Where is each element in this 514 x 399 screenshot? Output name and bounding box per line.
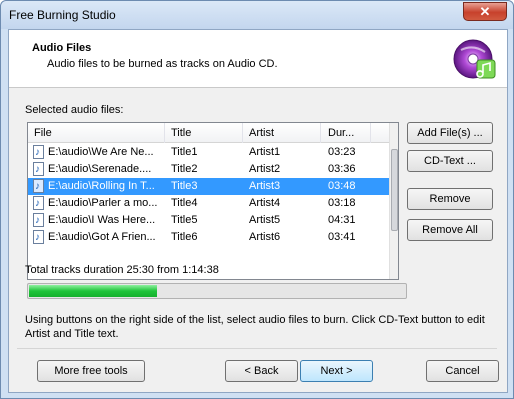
title-cell: Title4 [171,197,198,209]
title-cell: Title6 [171,231,198,243]
audio-file-icon: ♪ [33,162,44,176]
artist-cell: Artist5 [249,214,281,226]
audio-file-icon: ♪ [33,230,44,244]
audio-files-list[interactable]: File Title Artist Dur... ♪ E:\audio\We Ar… [27,122,399,280]
list-item[interactable]: ♪ E:\audio\Serenade.... Title2 Artist2 03:36 [28,161,390,178]
column-header-title[interactable]: Title [171,127,191,139]
capacity-progress-fill [29,285,157,297]
selected-files-label: Selected audio files: [25,104,124,116]
duration-cell: 03:48 [328,180,356,192]
remove-button[interactable]: Remove [407,188,493,210]
column-separator[interactable] [164,123,165,143]
add-files-button[interactable]: Add File(s) ... [407,122,493,144]
title-cell: Title3 [171,180,198,192]
cancel-button[interactable]: Cancel [426,360,499,382]
duration-cell: 03:18 [328,197,356,209]
main-window: Free Burning Studio ✕ Audio Files Audio … [0,0,514,399]
list-item[interactable]: ♪ E:\audio\Got A Frien... Title6 Artist6 03:… [28,229,390,246]
artist-cell: Artist4 [249,197,281,209]
list-header: File Title Artist Dur... [28,123,390,143]
file-path-cell: E:\audio\Rolling In T... [48,180,155,192]
list-item[interactable]: ♪ E:\audio\Rolling In T... Title3 Artist3 03… [28,178,390,195]
artist-cell: Artist1 [249,146,281,158]
close-button[interactable]: ✕ [463,2,507,21]
page-title: Audio Files [32,42,92,54]
list-item[interactable]: ♪ E:\audio\Parler a mo... Title4 Artist4 03:… [28,195,390,212]
audio-file-icon: ♪ [33,145,44,159]
column-separator[interactable] [242,123,243,143]
duration-cell: 04:31 [328,214,356,226]
total-duration-label: Total tracks duration 25:30 from 1:14:38 [25,264,219,276]
scrollbar-thumb[interactable] [391,149,398,231]
file-path-cell: E:\audio\Parler a mo... [48,197,158,209]
column-separator[interactable] [370,123,371,143]
audio-file-icon: ♪ [33,213,44,227]
column-header-file[interactable]: File [34,127,52,139]
more-free-tools-button[interactable]: More free tools [37,360,145,382]
file-path-cell: E:\audio\Serenade.... [48,163,152,175]
instructions-text: Using buttons on the right side of the l… [25,314,485,340]
column-separator[interactable] [320,123,321,143]
list-vertical-scrollbar[interactable] [389,123,398,279]
next-button[interactable]: Next > [300,360,373,382]
column-header-duration[interactable]: Dur... [328,127,354,139]
capacity-progress-bar [27,283,407,299]
artist-cell: Artist6 [249,231,281,243]
title-bar[interactable]: Free Burning Studio ✕ [1,1,513,29]
window-title: Free Burning Studio [9,8,116,22]
footer-divider [17,348,497,349]
artist-cell: Artist2 [249,163,281,175]
file-path-cell: E:\audio\We Are Ne... [48,146,154,158]
wizard-header: Audio Files Audio files to be burned as … [9,30,507,88]
cd-text-button[interactable]: CD-Text ... [407,150,493,172]
artist-cell: Artist3 [249,180,281,192]
title-cell: Title5 [171,214,198,226]
title-cell: Title1 [171,146,198,158]
page-subtitle: Audio files to be burned as tracks on Au… [47,58,278,70]
list-item[interactable]: ♪ E:\audio\We Are Ne... Title1 Artist1 03:23 [28,144,390,161]
remove-all-button[interactable]: Remove All [407,219,493,241]
audio-file-icon: ♪ [33,179,44,193]
wizard-client-area: Audio Files Audio files to be burned as … [8,29,508,393]
audio-cd-icon [453,39,496,79]
file-path-cell: E:\audio\Got A Frien... [48,231,156,243]
file-path-cell: E:\audio\I Was Here... [48,214,156,226]
list-item[interactable]: ♪ E:\audio\I Was Here... Title5 Artist5 04:3… [28,212,390,229]
duration-cell: 03:23 [328,146,356,158]
back-button[interactable]: < Back [225,360,298,382]
title-cell: Title2 [171,163,198,175]
duration-cell: 03:36 [328,163,356,175]
duration-cell: 03:41 [328,231,356,243]
column-header-artist[interactable]: Artist [249,127,274,139]
audio-file-icon: ♪ [33,196,44,210]
